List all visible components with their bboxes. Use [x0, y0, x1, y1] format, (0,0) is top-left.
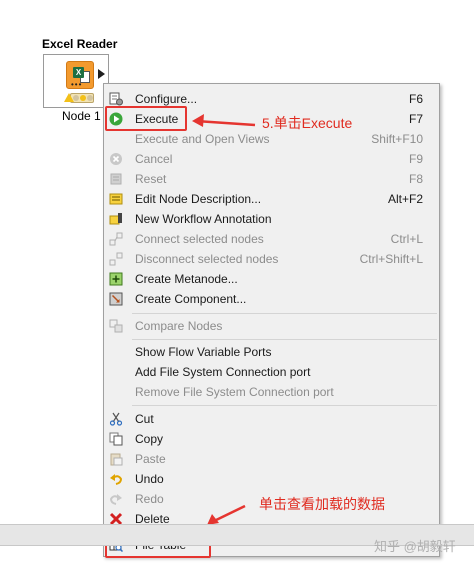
cut-icon: [109, 412, 123, 426]
connect-icon: [109, 232, 123, 246]
output-port-icon[interactable]: [98, 69, 105, 79]
menu-item-shortcut: Ctrl+Shift+L: [359, 252, 423, 266]
menu-item-undo[interactable]: Undo: [104, 469, 439, 489]
cancel-icon: [110, 153, 122, 165]
menu-item-create-metanode[interactable]: Create Metanode...: [104, 269, 439, 289]
edit-description-icon: [109, 193, 123, 205]
menu-item-label: Copy: [135, 432, 164, 446]
menu-item-paste[interactable]: Paste: [104, 449, 439, 469]
menu-item-shortcut: F8: [408, 172, 423, 186]
menu-item-add-fs-connection-port[interactable]: Add File System Connection port: [104, 362, 439, 382]
configure-icon: [109, 92, 123, 106]
component-icon: [109, 292, 123, 306]
menu-item-copy[interactable]: Copy: [104, 429, 439, 449]
menu-item-label: Compare Nodes: [135, 319, 223, 333]
menu-item-remove-fs-connection-port[interactable]: Remove File System Connection port: [104, 382, 439, 402]
menu-item-connect-selected-nodes[interactable]: Connect selected nodes Ctrl+L: [104, 229, 439, 249]
metanode-icon: [109, 272, 123, 286]
menu-item-label: Remove File System Connection port: [135, 385, 334, 399]
menu-item-edit-node-description[interactable]: Edit Node Description... Alt+F2: [104, 189, 439, 209]
workflow-canvas: Excel Reader X ••• Node 1 Configure... F…: [0, 0, 474, 566]
menu-item-cut[interactable]: Cut: [104, 409, 439, 429]
excel-reader-node[interactable]: X •••: [43, 54, 109, 108]
menu-item-reset[interactable]: Reset F8: [104, 169, 439, 189]
menu-separator: [132, 405, 437, 406]
menu-item-label: Paste: [135, 452, 166, 466]
menu-item-label: Cancel: [135, 152, 173, 166]
menu-item-shortcut: Shift+F10: [371, 132, 423, 146]
node-status-traffic-light: [64, 93, 94, 103]
node-title: Excel Reader: [42, 37, 118, 51]
execute-highlight-box: [105, 106, 187, 131]
node-context-menu: Configure... F6 Execute F7 Execute and O…: [103, 83, 440, 557]
menu-item-cancel[interactable]: Cancel F9: [104, 149, 439, 169]
menu-item-compare-nodes[interactable]: Compare Nodes: [104, 316, 439, 336]
menu-item-label: Create Metanode...: [135, 272, 238, 286]
menu-item-label: Cut: [135, 412, 154, 426]
menu-item-show-flow-variable-ports[interactable]: Show Flow Variable Ports: [104, 342, 439, 362]
menu-item-shortcut: F7: [408, 112, 423, 126]
menu-item-label: Redo: [135, 492, 164, 506]
menu-item-label: Edit Node Description...: [135, 192, 262, 206]
menu-item-label: Execute and Open Views: [135, 132, 270, 146]
menu-item-label: Reset: [135, 172, 167, 186]
execute-annotation-text: 5.单击Execute: [262, 115, 353, 131]
file-table-annotation-text: 单击查看加载的数据: [259, 496, 385, 512]
menu-item-new-workflow-annotation[interactable]: New Workflow Annotation: [104, 209, 439, 229]
node-label[interactable]: Node 1: [62, 109, 101, 123]
menu-item-create-component[interactable]: Create Component...: [104, 289, 439, 309]
disconnect-icon: [109, 252, 123, 266]
paste-icon: [110, 453, 123, 466]
undo-icon: [110, 474, 123, 485]
reset-icon: [110, 173, 122, 185]
menu-item-label: Disconnect selected nodes: [135, 252, 279, 266]
watermark: 知乎 @胡毅轩: [374, 539, 456, 554]
menu-item-shortcut: Alt+F2: [387, 192, 423, 206]
copy-icon: [109, 432, 123, 446]
compare-icon: [109, 319, 123, 333]
menu-item-label: Add File System Connection port: [135, 365, 311, 379]
menu-item-shortcut: F9: [408, 152, 423, 166]
menu-item-label: Create Component...: [135, 292, 247, 306]
menu-item-label: Undo: [135, 472, 164, 486]
redo-icon: [109, 494, 122, 505]
annotation-icon: [109, 213, 122, 225]
excel-reader-icon: X •••: [66, 61, 94, 89]
menu-separator: [132, 313, 437, 314]
menu-item-label: Configure...: [135, 92, 198, 106]
menu-item-shortcut: F6: [408, 92, 423, 106]
menu-item-label: Connect selected nodes: [135, 232, 264, 246]
menu-item-label: Show Flow Variable Ports: [135, 345, 272, 359]
menu-item-shortcut: Ctrl+L: [390, 232, 423, 246]
menu-item-disconnect-selected-nodes[interactable]: Disconnect selected nodes Ctrl+Shift+L: [104, 249, 439, 269]
menu-item-label: New Workflow Annotation: [135, 212, 272, 226]
menu-separator: [132, 339, 437, 340]
